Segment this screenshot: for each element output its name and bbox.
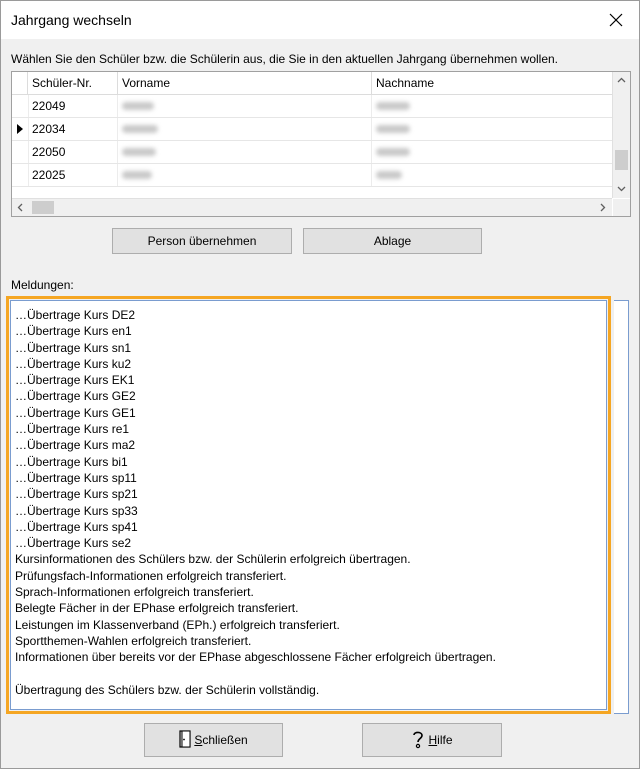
scroll-down-button[interactable] — [613, 181, 630, 198]
message-line: …Übertrage Kurs sp11 — [15, 470, 137, 485]
column-header-vorname[interactable]: Vorname — [118, 72, 372, 94]
grid-header: Schüler-Nr. Vorname Nachname — [12, 72, 612, 95]
message-line: Leistungen im Klassenverband (EPh.) erfo… — [15, 617, 340, 632]
cell-nachname-redacted — [372, 118, 612, 140]
door-exit-icon — [179, 730, 191, 748]
message-line: Informationen über bereits vor der EPhas… — [15, 650, 496, 665]
column-header-nachname[interactable]: Nachname — [372, 72, 612, 94]
cell-schueler-nr: 22025 — [28, 164, 118, 186]
table-row[interactable]: 22025 — [12, 164, 612, 187]
scrollbar-corner — [613, 199, 630, 216]
hilfe-button[interactable]: Hilfe — [362, 723, 502, 757]
message-line: …Übertrage Kurs sp41 — [15, 519, 138, 534]
cell-vorname-redacted — [118, 95, 372, 117]
messages-label: Meldungen: — [11, 278, 74, 292]
scroll-left-button[interactable] — [12, 199, 29, 216]
message-line: …Übertrage Kurs bi1 — [15, 454, 128, 469]
row-indicator — [12, 164, 29, 186]
cell-nachname-redacted — [372, 141, 612, 163]
row-indicator — [12, 118, 29, 140]
message-line: …Übertrage Kurs DE2 — [15, 308, 136, 322]
table-row[interactable]: 22034 — [12, 118, 612, 141]
row-indicator — [12, 141, 29, 163]
message-line: …Übertrage Kurs GE1 — [15, 405, 136, 420]
message-line: Kursinformationen des Schülers bzw. der … — [15, 552, 411, 567]
chevron-right-icon — [600, 203, 606, 212]
cell-schueler-nr: 22049 — [28, 95, 118, 117]
instruction-text: Wählen Sie den Schüler bzw. die Schüleri… — [11, 52, 559, 66]
message-line: …Übertrage Kurs EK1 — [15, 373, 135, 388]
message-line: Sportthemen-Wahlen erfolgreich transferi… — [15, 633, 252, 648]
window-title: Jahrgang wechseln — [11, 12, 132, 28]
cell-nachname-redacted — [372, 164, 612, 186]
hilfe-label: ilfe — [437, 733, 453, 747]
close-button[interactable] — [593, 1, 639, 39]
row-indicator — [12, 95, 29, 117]
message-line: …Übertrage Kurs ma2 — [15, 438, 136, 453]
message-line: …Übertrage Kurs ku2 — [15, 356, 132, 371]
schliessen-button[interactable]: Schließen — [144, 723, 283, 757]
table-row[interactable]: 22049 — [12, 95, 612, 118]
cell-vorname-redacted — [118, 118, 372, 140]
person-uebernehmen-button[interactable]: Person übernehmen — [112, 228, 292, 254]
cell-schueler-nr: 22034 — [28, 118, 118, 140]
scroll-right-button[interactable] — [595, 199, 612, 216]
messages-field-right-edge — [614, 300, 629, 714]
table-row[interactable]: 22050 — [12, 141, 612, 164]
cell-vorname-redacted — [118, 141, 372, 163]
message-line: Übertragung des Schülers bzw. der Schüle… — [15, 682, 320, 697]
grid-body: 22049 22034 22050 22025 — [12, 95, 612, 187]
message-line: …Übertrage Kurs se2 — [15, 536, 132, 551]
column-header-schueler-nr[interactable]: Schüler-Nr. — [28, 72, 118, 94]
message-line: …Übertrage Kurs GE2 — [15, 389, 136, 404]
header-indicator-cell — [12, 72, 28, 94]
cell-schueler-nr: 22050 — [28, 141, 118, 163]
horizontal-scrollbar[interactable] — [12, 198, 612, 216]
current-row-arrow-icon — [17, 124, 23, 134]
messages-textarea[interactable]: …Übertrage Kurs DE2 …Übertrage Kurs en1 …Ü… — [6, 296, 611, 714]
chevron-left-icon — [17, 203, 23, 212]
chevron-up-icon — [617, 77, 626, 83]
message-line: Prüfungsfach-Informationen erfolgreich t… — [15, 568, 287, 583]
question-mark-icon — [413, 731, 424, 749]
message-line: …Übertrage Kurs sp21 — [15, 487, 138, 502]
message-line: Sprach-Informationen erfolgreich transfe… — [15, 585, 254, 600]
close-icon — [609, 13, 623, 27]
hilfe-mnemonic: H — [428, 733, 438, 747]
scroll-up-button[interactable] — [613, 72, 630, 89]
message-line: …Übertrage Kurs re1 — [15, 422, 130, 437]
vertical-scrollbar[interactable] — [612, 72, 630, 198]
message-line: Belegte Fächer in der EPhase erfolgreich… — [15, 601, 299, 616]
horizontal-scroll-thumb[interactable] — [32, 201, 54, 214]
cell-vorname-redacted — [118, 164, 372, 186]
vertical-scroll-thumb[interactable] — [615, 150, 628, 170]
message-line: …Übertrage Kurs sp33 — [15, 503, 138, 518]
student-grid[interactable]: Schüler-Nr. Vorname Nachname 22049 22034… — [11, 71, 631, 217]
cell-nachname-redacted — [372, 95, 612, 117]
message-line: …Übertrage Kurs en1 — [15, 324, 132, 339]
dialog-window: Jahrgang wechseln Wählen Sie den Schüler… — [0, 0, 640, 769]
title-bar: Jahrgang wechseln — [1, 1, 639, 39]
message-line: …Übertrage Kurs sn1 — [15, 340, 132, 355]
schliessen-label: chließen — [202, 733, 248, 747]
ablage-button[interactable]: Ablage — [303, 228, 482, 254]
chevron-down-icon — [617, 186, 626, 192]
